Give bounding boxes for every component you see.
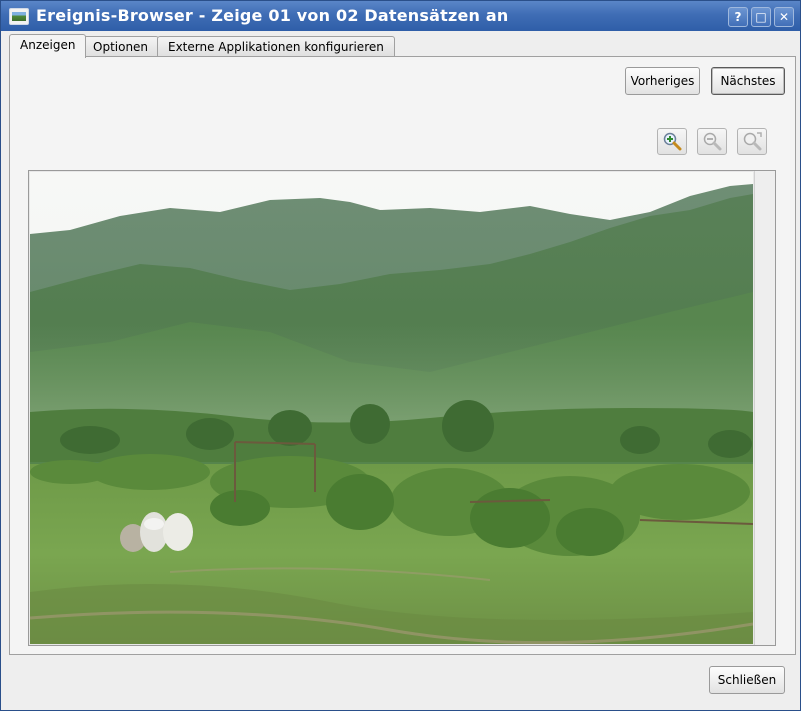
next-button[interactable]: Nächstes (711, 67, 785, 95)
zoom-in-icon (663, 132, 682, 151)
close-button[interactable]: Schließen (709, 666, 785, 694)
zoom-out-button[interactable] (697, 128, 727, 155)
window-title: Ereignis-Browser - Zeige 01 von 02 Daten… (36, 6, 509, 25)
tab-anzeigen[interactable]: Anzeigen (9, 34, 87, 58)
zoom-out-icon (703, 132, 722, 151)
zoom-full-button[interactable] (737, 128, 767, 155)
title-bar[interactable]: Ereignis-Browser - Zeige 01 von 02 Daten… (1, 1, 800, 31)
zoom-full-icon (743, 132, 762, 151)
vertical-scrollbar[interactable] (754, 171, 775, 645)
image-viewer[interactable] (28, 170, 776, 646)
event-browser-window: Ereignis-Browser - Zeige 01 von 02 Daten… (0, 0, 801, 711)
help-button[interactable]: ? (728, 7, 748, 27)
event-photo (30, 172, 753, 644)
display-panel: Vorheriges Nächstes (9, 56, 796, 655)
previous-button[interactable]: Vorheriges (625, 67, 700, 95)
zoom-in-button[interactable] (657, 128, 687, 155)
close-window-button[interactable]: ✕ (774, 7, 794, 27)
app-icon (9, 8, 29, 25)
tab-externe-applikationen[interactable]: Externe Applikationen konfigurieren (157, 36, 395, 57)
tab-optionen[interactable]: Optionen (82, 36, 160, 57)
maximize-button[interactable]: □ (751, 7, 771, 27)
